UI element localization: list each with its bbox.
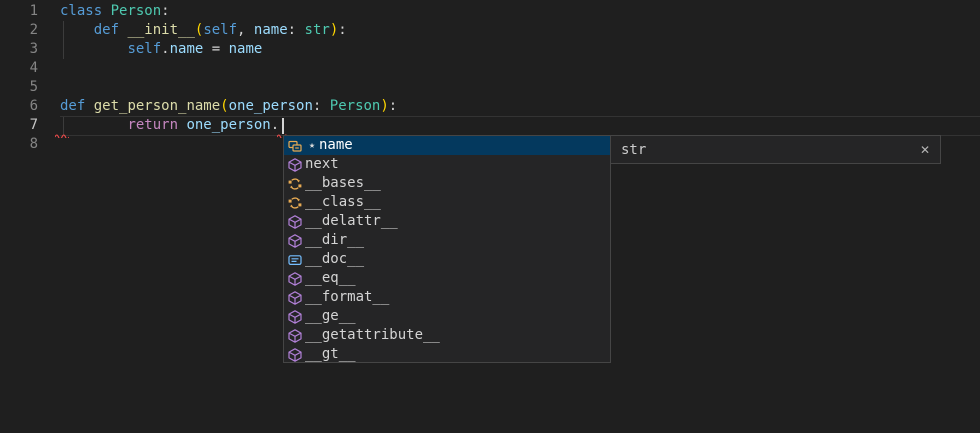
suggest-item-gt[interactable]: __gt__ xyxy=(284,345,610,363)
suggest-item-label: __bases__ xyxy=(305,174,381,193)
suggest-item-label: __doc__ xyxy=(305,250,364,269)
code-line-content: return one_person. xyxy=(60,116,279,135)
line-number: 7 xyxy=(0,116,38,135)
editor-lines[interactable]: 1class Person:2 def __init__(self, name:… xyxy=(0,2,980,154)
class-icon xyxy=(287,195,303,211)
code-line-content: class Person: xyxy=(60,2,170,21)
suggest-item-dir[interactable]: __dir__ xyxy=(284,231,610,250)
code-line[interactable]: 2 def __init__(self, name: str): xyxy=(0,21,980,40)
intellicode-star-icon: ★ xyxy=(305,136,319,155)
code-line[interactable]: 3 self.name = name xyxy=(0,40,980,59)
suggest-item-label: __class__ xyxy=(305,193,381,212)
code-editor[interactable]: 1class Person:2 def __init__(self, name:… xyxy=(0,0,980,433)
method-icon xyxy=(287,271,303,287)
code-line[interactable]: 1 class Person: xyxy=(0,2,980,21)
error-squiggle xyxy=(55,133,69,138)
code-line[interactable]: 7 return one_person. xyxy=(0,116,980,135)
suggest-item-ge[interactable]: __ge__ xyxy=(284,307,610,326)
suggest-item-next[interactable]: next xyxy=(284,155,610,174)
code-line-content: self.name = name xyxy=(60,40,262,59)
close-icon[interactable]: ✕ xyxy=(920,143,930,157)
indent-guide xyxy=(63,21,64,59)
method-icon xyxy=(287,347,303,363)
suggest-item-format[interactable]: __format__ xyxy=(284,288,610,307)
method-icon xyxy=(287,214,303,230)
line-number: 6 xyxy=(0,97,38,116)
method-icon xyxy=(287,309,303,325)
suggest-item-delattr[interactable]: __delattr__ xyxy=(284,212,610,231)
suggest-item-class[interactable]: __class__ xyxy=(284,193,610,212)
code-line-content: def __init__(self, name: str): xyxy=(60,21,347,40)
suggest-item-label: __eq__ xyxy=(305,269,356,288)
line-number: 3 xyxy=(0,40,38,59)
method-icon xyxy=(287,290,303,306)
line-number: 8 xyxy=(0,135,38,154)
suggest-item-label: __gt__ xyxy=(305,345,356,363)
code-line[interactable]: 5 xyxy=(0,78,980,97)
line-number: 2 xyxy=(0,21,38,40)
method-icon xyxy=(287,233,303,249)
code-line-content: def get_person_name(one_person: Person): xyxy=(60,97,397,116)
class-icon xyxy=(287,176,303,192)
code-line[interactable]: 4 xyxy=(0,59,980,78)
suggest-item-label: __dir__ xyxy=(305,231,364,250)
method-icon xyxy=(287,157,303,173)
suggest-item-label: __ge__ xyxy=(305,307,356,326)
suggest-item-label: __delattr__ xyxy=(305,212,398,231)
suggest-item-label: __getattribute__ xyxy=(305,326,440,345)
suggest-item-eq[interactable]: __eq__ xyxy=(284,269,610,288)
suggest-item-getattribute[interactable]: __getattribute__ xyxy=(284,326,610,345)
method-icon xyxy=(287,328,303,344)
constant-icon xyxy=(287,252,303,268)
autocomplete-suggest-widget[interactable]: ★name next __bases__ __class__ __delattr… xyxy=(283,135,611,363)
line-number: 5 xyxy=(0,78,38,97)
suggest-item-label: next xyxy=(305,155,339,174)
suggest-item-name[interactable]: ★name xyxy=(284,136,610,155)
text-cursor xyxy=(282,118,284,134)
suggest-item-label: __format__ xyxy=(305,288,389,307)
suggest-item-bases[interactable]: __bases__ xyxy=(284,174,610,193)
suggest-item-label: name xyxy=(319,136,353,155)
field-icon xyxy=(287,138,303,154)
code-line[interactable]: 6 def get_person_name(one_person: Person)… xyxy=(0,97,980,116)
suggest-details-panel: str ✕ xyxy=(610,135,941,164)
suggest-details-text: str xyxy=(621,142,646,158)
line-number: 4 xyxy=(0,59,38,78)
line-number: 1 xyxy=(0,2,38,21)
suggest-item-doc[interactable]: __doc__ xyxy=(284,250,610,269)
